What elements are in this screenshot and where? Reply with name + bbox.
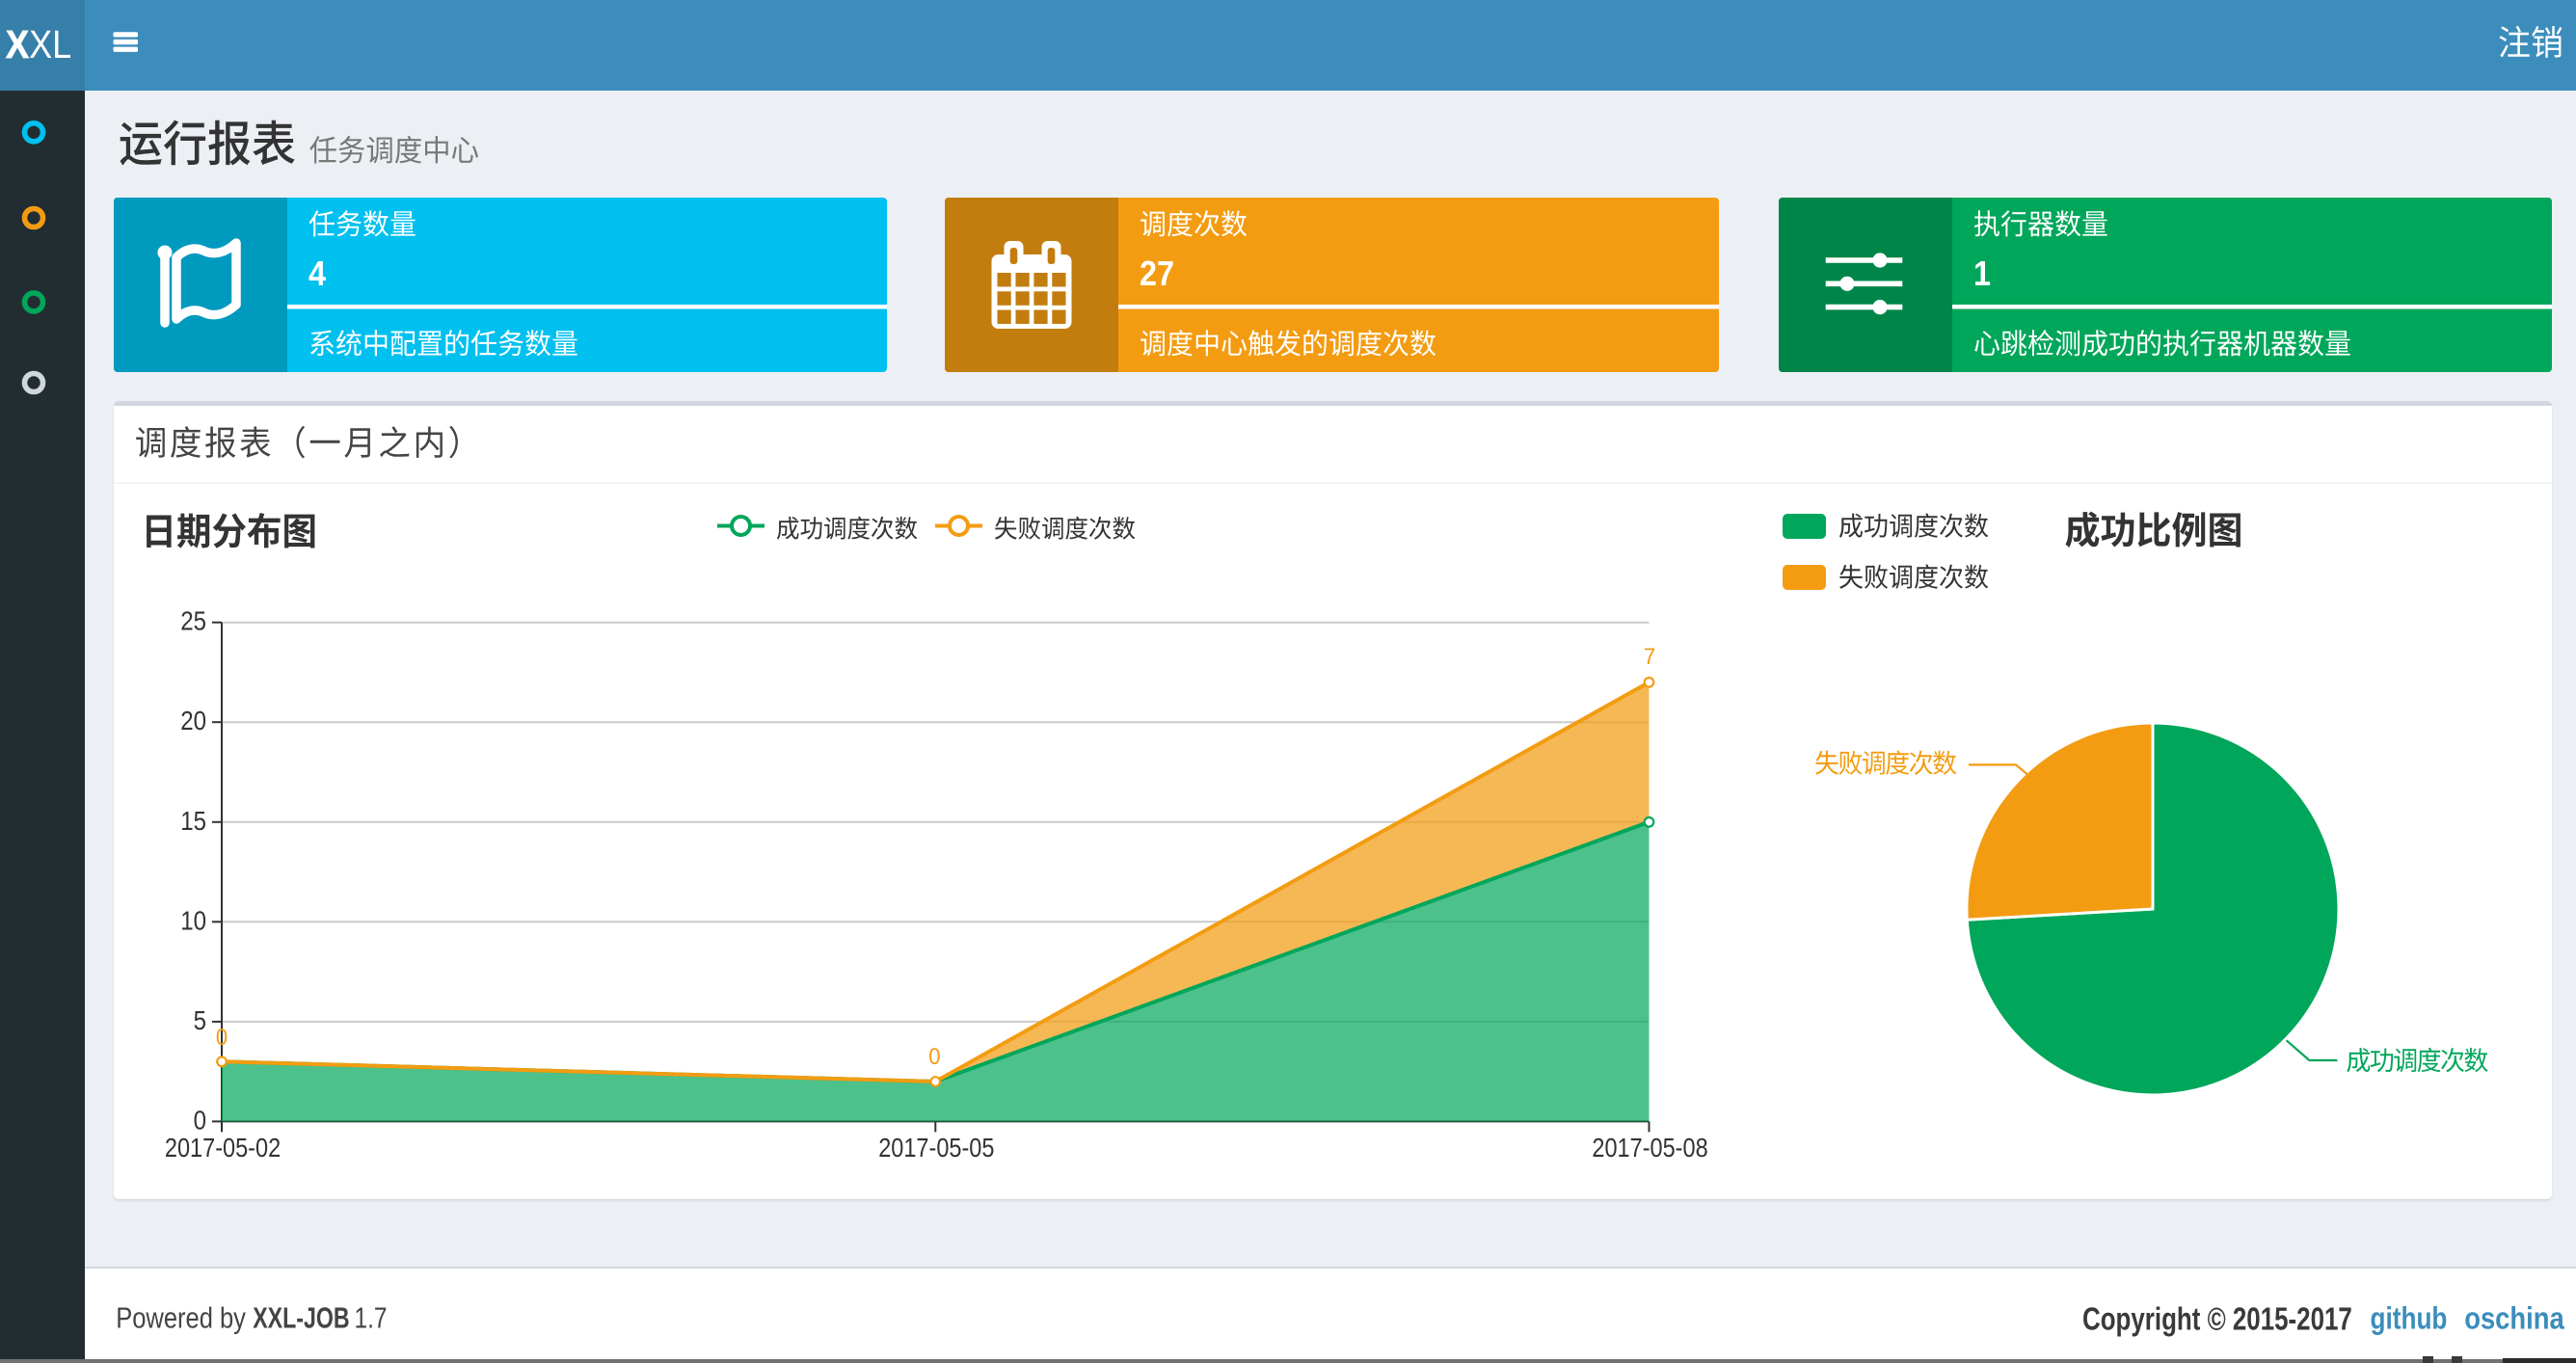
svg-text:0: 0 — [216, 1024, 228, 1050]
svg-text:5: 5 — [194, 1004, 206, 1035]
svg-text:XXL-JOB: XXL-JOB — [253, 1300, 349, 1334]
svg-text:2017-05-02: 2017-05-02 — [165, 1134, 281, 1163]
svg-text:7: 7 — [1644, 643, 1655, 669]
svg-text:github: github — [2371, 1302, 2448, 1336]
svg-text:0: 0 — [928, 1043, 940, 1069]
svg-text:2017-05-08: 2017-05-08 — [1592, 1134, 1707, 1163]
svg-text:1.7: 1.7 — [355, 1301, 388, 1334]
svg-text:10: 10 — [180, 905, 206, 936]
svg-text:Powered by: Powered by — [116, 1301, 246, 1334]
svg-text:XXL: XXL — [6, 23, 71, 67]
svg-text:Copyright © 2015-2017: Copyright © 2015-2017 — [2082, 1302, 2352, 1338]
svg-text:20: 20 — [180, 705, 206, 735]
svg-text:1: 1 — [1973, 254, 1991, 293]
svg-text:4: 4 — [309, 254, 326, 293]
svg-text:25: 25 — [180, 605, 206, 636]
svg-text:15: 15 — [180, 805, 206, 836]
svg-text:27: 27 — [1140, 254, 1174, 293]
svg-text:oschina: oschina — [2464, 1301, 2564, 1335]
svg-text:2017-05-05: 2017-05-05 — [878, 1134, 994, 1163]
svg-text:0: 0 — [194, 1105, 206, 1136]
